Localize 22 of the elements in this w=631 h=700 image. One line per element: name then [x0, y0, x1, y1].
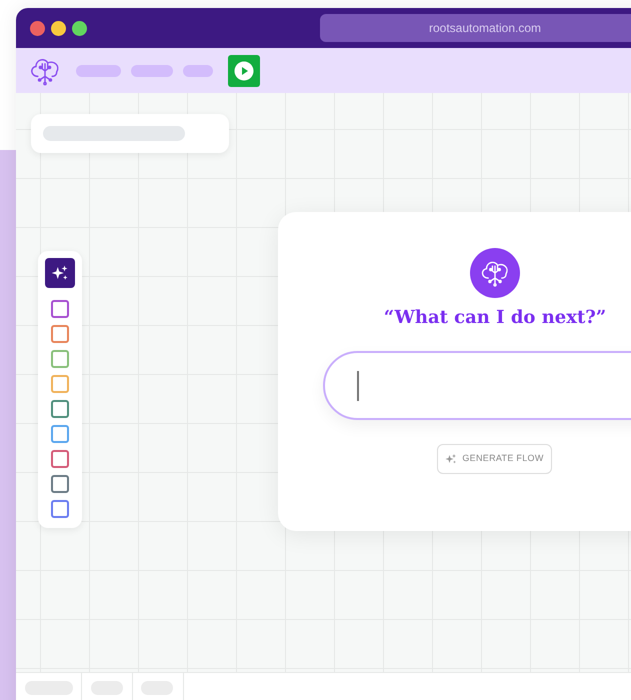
color-checkbox[interactable]	[51, 325, 69, 343]
menu-placeholder	[76, 64, 121, 76]
address-bar[interactable]: rootsautomation.com	[320, 14, 631, 42]
color-checkbox[interactable]	[51, 475, 69, 493]
color-checkbox[interactable]	[51, 300, 69, 318]
color-checkbox[interactable]	[51, 500, 69, 518]
ai-tool-button[interactable]	[45, 258, 75, 288]
generate-flow-button[interactable]: GENERATE FLOW	[437, 444, 552, 474]
prompt-input-field[interactable]	[323, 351, 631, 420]
sparkle-icon	[51, 264, 69, 282]
prompt-title: “What can I do next?”	[382, 306, 608, 330]
color-checkbox[interactable]	[51, 375, 69, 393]
color-checkbox[interactable]	[51, 450, 69, 468]
sparkle-icon	[445, 453, 458, 465]
color-checkbox[interactable]	[51, 400, 69, 418]
play-icon	[234, 60, 254, 80]
color-checkbox[interactable]	[51, 425, 69, 443]
color-checkbox[interactable]	[51, 350, 69, 368]
menu-placeholder	[183, 64, 213, 76]
run-button[interactable]	[228, 54, 260, 86]
menu-placeholder	[131, 64, 173, 76]
text-cursor	[357, 370, 358, 400]
